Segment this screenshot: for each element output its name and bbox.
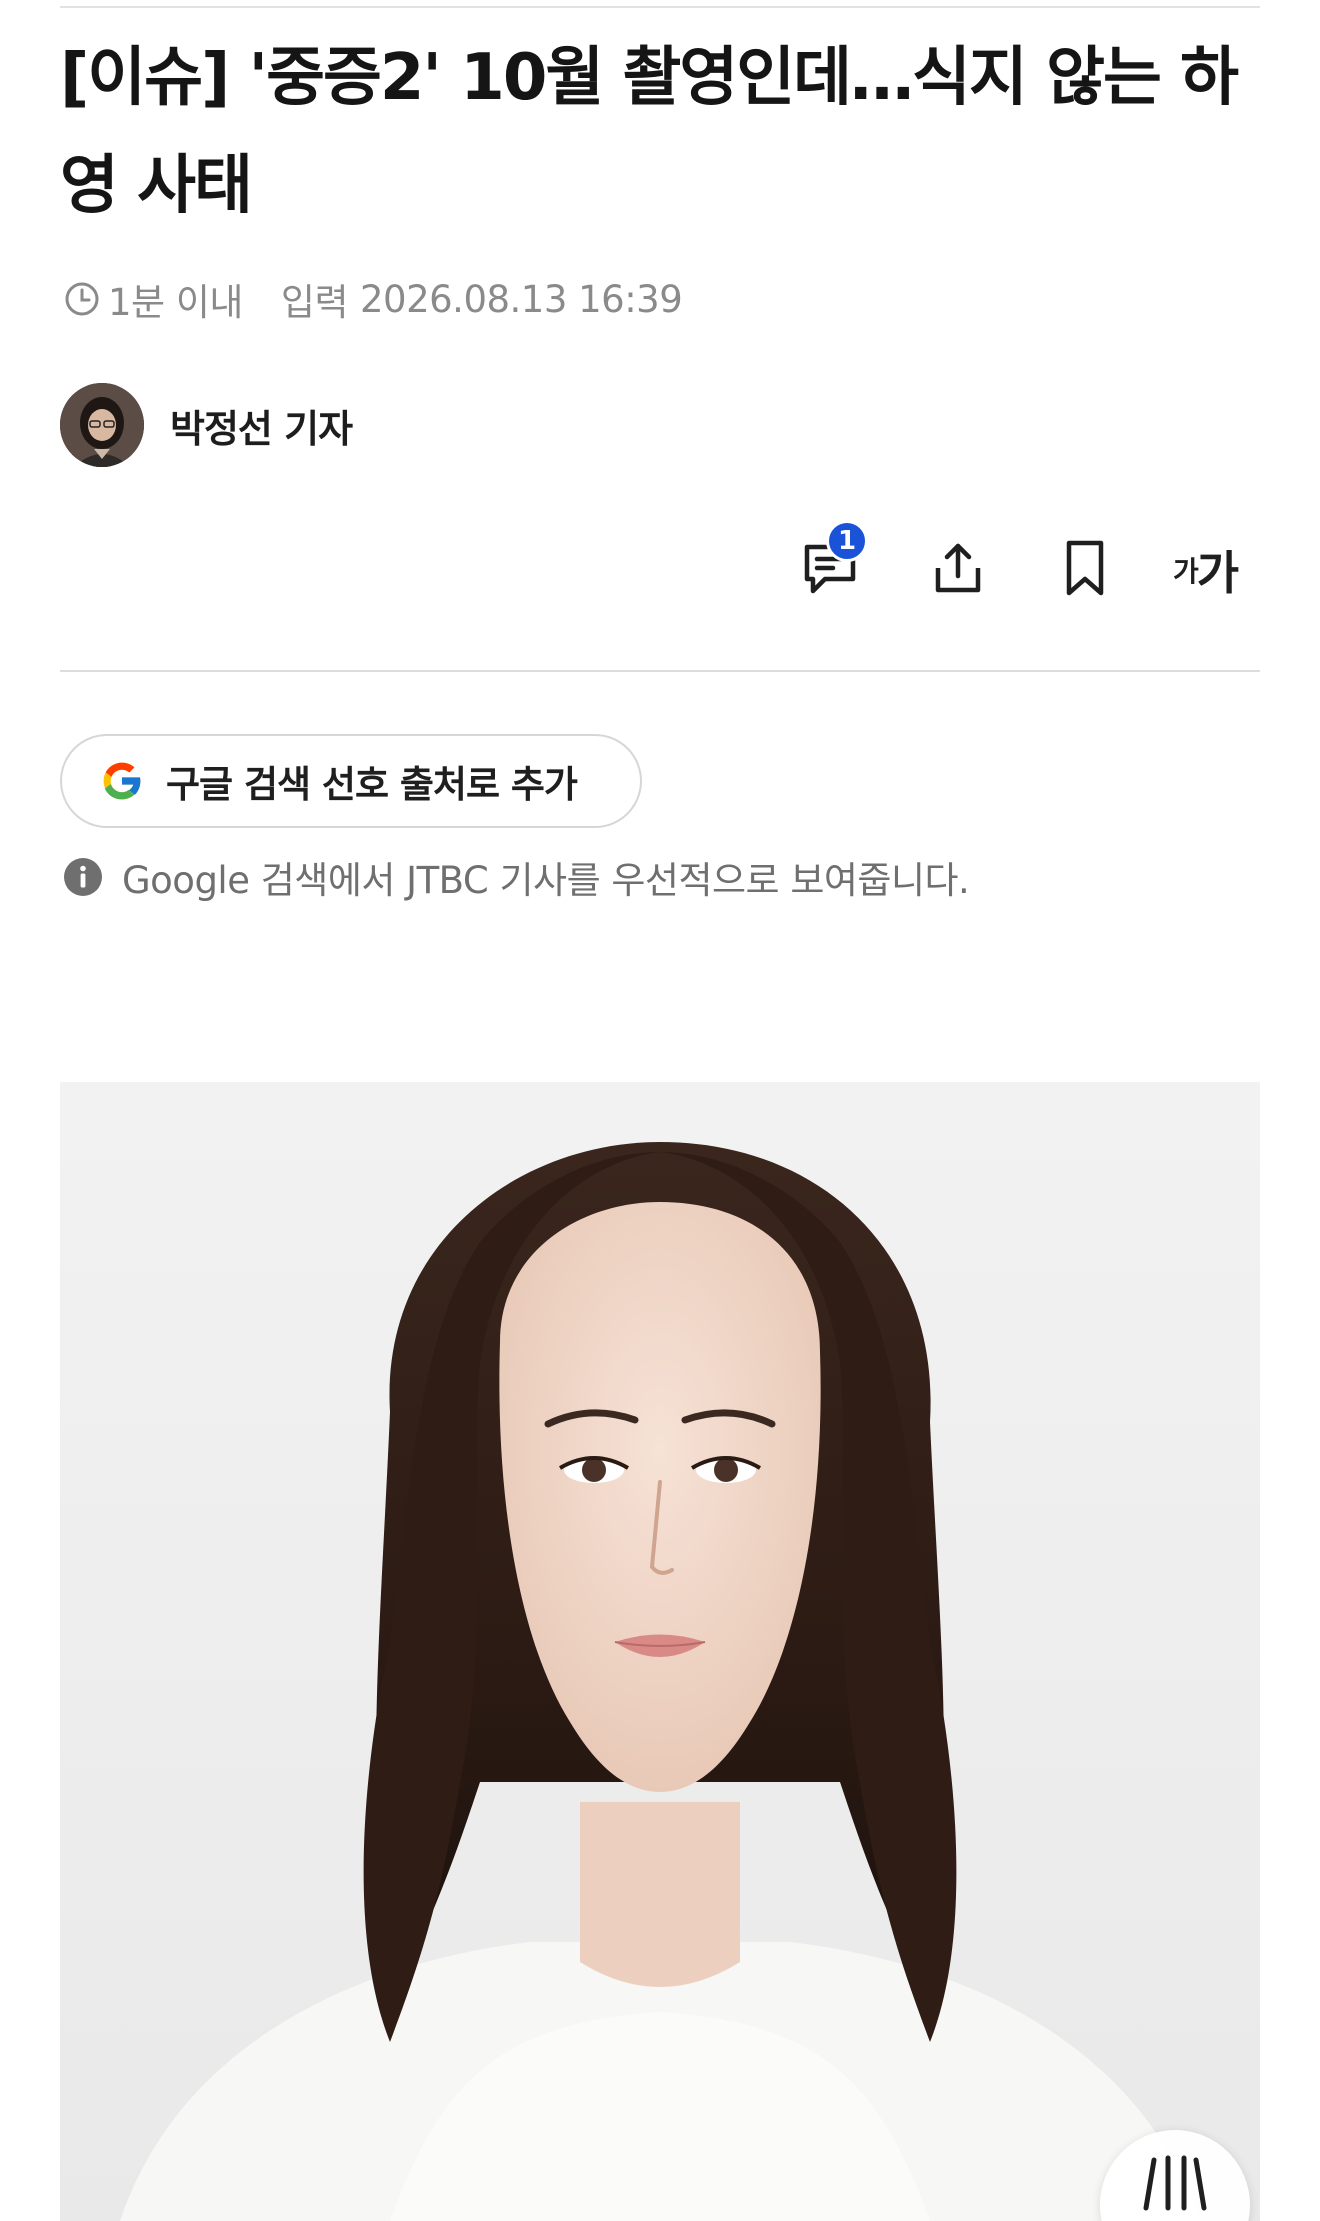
section-divider (60, 670, 1260, 672)
author-info[interactable]: 박정선 기자 (60, 383, 353, 467)
font-size-large-label: 가 (1196, 546, 1239, 600)
avatar[interactable] (60, 383, 144, 467)
comment-count-badge: 1 (826, 520, 868, 562)
comment-button[interactable]: 1 (780, 520, 880, 620)
author-name[interactable]: 박정선 기자 (170, 398, 353, 453)
bookmark-button[interactable] (1035, 520, 1135, 620)
article-photo (60, 1082, 1260, 2221)
google-button-label: 구글 검색 선호 출처로 추가 (166, 763, 578, 806)
clock-icon (62, 279, 102, 319)
article-toolbar: 1 가가 (780, 520, 1240, 620)
article-title: [이슈] '중증2' 10월 촬영인데…식지 않는 하영 사태 (60, 41, 1239, 223)
article-page: [이슈] '중증2' 10월 촬영인데…식지 않는 하영 사태 1분 이내 입력… (0, 0, 1320, 2221)
font-size-button[interactable]: 가가 (1155, 520, 1255, 620)
google-preferred-source-button[interactable]: 구글 검색 선호 출처로 추가 (60, 734, 642, 828)
google-logo-icon (98, 757, 146, 805)
bookmark-icon (1057, 537, 1113, 603)
google-info-text: Google 검색에서 JTBC 기사를 우선적으로 보여줍니다. (122, 859, 970, 902)
google-info-note: Google 검색에서 JTBC 기사를 우선적으로 보여줍니다. (62, 850, 970, 904)
logo-icon (1140, 2152, 1210, 2216)
published-date: 2026.08.13 16:39 (360, 277, 683, 321)
article-meta: 1분 이내 입력 2026.08.13 16:39 (62, 272, 683, 326)
info-icon (62, 856, 104, 898)
published-label: 입력 (280, 281, 349, 324)
read-time: 1분 이내 (108, 281, 243, 324)
font-size-small-label: 가 (1172, 555, 1199, 588)
share-icon (928, 538, 988, 602)
share-button[interactable] (908, 520, 1008, 620)
top-divider (60, 6, 1260, 8)
